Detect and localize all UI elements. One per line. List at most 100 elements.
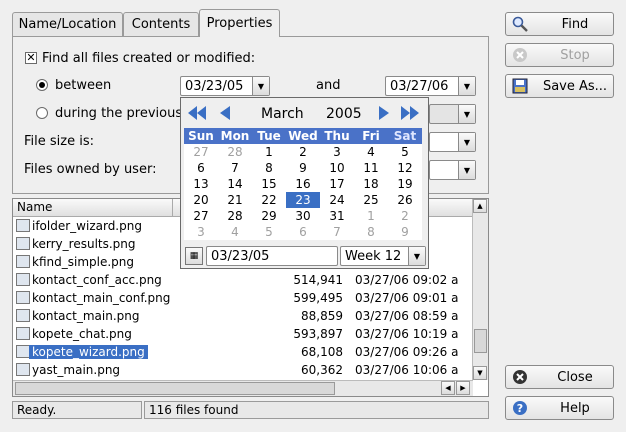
during-unit-combo[interactable]: ▼	[429, 104, 476, 124]
calendar-today-icon[interactable]: ▦	[185, 247, 203, 265]
tab-name-location[interactable]: Name/Location	[12, 12, 123, 36]
calendar-day[interactable]: 23	[286, 192, 320, 208]
scroll-thumb[interactable]	[474, 329, 487, 353]
calendar-week-combo[interactable]: Week 12 ▼	[340, 246, 426, 266]
and-label: and	[316, 78, 341, 93]
next-year-icon[interactable]	[399, 103, 421, 123]
calendar-day[interactable]: 7	[320, 224, 354, 240]
calendar-date-input[interactable]: 03/23/05	[206, 246, 338, 266]
calendar-day[interactable]: 6	[184, 160, 218, 176]
file-name: kopete_wizard.png	[29, 345, 148, 359]
file-size: 593,897	[293, 327, 343, 341]
calendar-day[interactable]: 16	[286, 176, 320, 192]
calendar-day[interactable]: 24	[320, 192, 354, 208]
calendar-day[interactable]: 8	[252, 160, 286, 176]
stop-button[interactable]: Stop	[505, 43, 614, 67]
calendar-day[interactable]: 4	[354, 144, 388, 160]
calendar-day[interactable]: 21	[218, 192, 252, 208]
column-header-name[interactable]: Name	[13, 199, 173, 217]
calendar-day[interactable]: 27	[184, 144, 218, 160]
calendar-day[interactable]: 27	[184, 208, 218, 224]
owner-combo[interactable]: ▼	[429, 160, 476, 180]
calendar-day[interactable]: 1	[252, 144, 286, 160]
hscroll-thumb[interactable]	[15, 382, 335, 395]
calendar-day[interactable]: 4	[218, 224, 252, 240]
calendar-day[interactable]: 11	[354, 160, 388, 176]
weekday-header: Fri	[354, 128, 388, 144]
image-file-icon	[16, 309, 30, 322]
calendar-grid[interactable]: Sun Mon Tue Wed Thu Fri Sat 27 28 1 2 3 4 5 6 7 8 9 10 11 1…	[184, 128, 422, 240]
calendar-day[interactable]: 10	[320, 160, 354, 176]
chevron-down-icon[interactable]: ▼	[408, 247, 425, 265]
calendar-day[interactable]: 15	[252, 176, 286, 192]
image-file-icon	[16, 363, 30, 376]
save-as-button[interactable]: Save As...	[505, 74, 614, 98]
calendar-day[interactable]: 25	[354, 192, 388, 208]
help-button[interactable]: ? Help	[505, 396, 614, 420]
table-row[interactable]: kontact_main_conf.png 599,495 03/27/06 09:…	[13, 289, 473, 307]
calendar-day[interactable]: 17	[320, 176, 354, 192]
created-modified-checkbox[interactable]: ✕	[25, 52, 37, 64]
next-month-icon[interactable]	[373, 103, 395, 123]
between-from-date-combo[interactable]: 03/23/05 ▼	[180, 76, 270, 96]
chevron-down-icon[interactable]: ▼	[252, 77, 269, 95]
calendar-day[interactable]: 2	[388, 208, 422, 224]
vertical-scrollbar[interactable]: ▲ ▼	[472, 199, 488, 380]
calendar-day[interactable]: 7	[218, 160, 252, 176]
file-size-label: File size is:	[24, 134, 94, 149]
table-row[interactable]: kontact_conf_acc.png 514,941 03/27/06 09:0…	[13, 271, 473, 289]
table-row[interactable]: yast_main.png 60,362 03/27/06 10:06 a	[13, 361, 473, 379]
image-file-icon	[16, 219, 30, 232]
chevron-down-icon[interactable]: ▼	[458, 77, 475, 95]
calendar-day[interactable]: 31	[320, 208, 354, 224]
weekday-header: Tue	[252, 128, 286, 144]
calendar-day[interactable]: 5	[252, 224, 286, 240]
calendar-day[interactable]: 19	[388, 176, 422, 192]
calendar-year[interactable]: 2005	[326, 106, 362, 122]
during-previous-radio[interactable]	[36, 107, 48, 119]
calendar-day[interactable]: 3	[320, 144, 354, 160]
calendar-day[interactable]: 6	[286, 224, 320, 240]
tab-properties[interactable]: Properties	[199, 9, 280, 37]
tab-contents[interactable]: Contents	[123, 12, 199, 36]
prev-year-icon[interactable]	[186, 103, 208, 123]
calendar-day[interactable]: 12	[388, 160, 422, 176]
magnifier-icon	[511, 15, 529, 33]
horizontal-scrollbar[interactable]: ◀ ▶	[13, 380, 473, 396]
chevron-down-icon[interactable]: ▼	[458, 161, 475, 179]
calendar-month[interactable]: March	[261, 106, 304, 122]
calendar-day[interactable]: 28	[218, 208, 252, 224]
file-size-combo[interactable]: ▼	[429, 132, 476, 152]
calendar-day[interactable]: 20	[184, 192, 218, 208]
chevron-down-icon[interactable]: ▼	[458, 105, 475, 123]
between-to-date-combo[interactable]: 03/27/06 ▼	[385, 76, 476, 96]
calendar-day[interactable]: 13	[184, 176, 218, 192]
calendar-day[interactable]: 1	[354, 208, 388, 224]
scroll-right-icon[interactable]: ▶	[456, 381, 470, 395]
calendar-day[interactable]: 28	[218, 144, 252, 160]
table-row[interactable]: kontact_main.png 88,859 03/27/06 08:59 a	[13, 307, 473, 325]
table-row[interactable]: kopete_wizard.png 68,108 03/27/06 09:26 a	[13, 343, 473, 361]
calendar-day[interactable]: 2	[286, 144, 320, 160]
close-button[interactable]: Close	[505, 365, 614, 389]
calendar-day[interactable]: 14	[218, 176, 252, 192]
calendar-day[interactable]: 22	[252, 192, 286, 208]
between-radio[interactable]	[36, 79, 48, 91]
prev-month-icon[interactable]	[214, 103, 236, 123]
chevron-down-icon[interactable]: ▼	[458, 133, 475, 151]
scroll-down-icon[interactable]: ▼	[473, 366, 487, 380]
help-label: Help	[560, 400, 590, 416]
find-button[interactable]: Find	[505, 12, 614, 36]
calendar-day[interactable]: 29	[252, 208, 286, 224]
calendar-day[interactable]: 18	[354, 176, 388, 192]
calendar-day[interactable]: 9	[388, 224, 422, 240]
calendar-day[interactable]: 3	[184, 224, 218, 240]
scroll-left-icon[interactable]: ◀	[441, 381, 455, 395]
calendar-day[interactable]: 5	[388, 144, 422, 160]
calendar-day[interactable]: 8	[354, 224, 388, 240]
calendar-day[interactable]: 9	[286, 160, 320, 176]
table-row[interactable]: kopete_chat.png 593,897 03/27/06 10:19 a	[13, 325, 473, 343]
calendar-day[interactable]: 26	[388, 192, 422, 208]
calendar-day[interactable]: 30	[286, 208, 320, 224]
scroll-up-icon[interactable]: ▲	[473, 199, 487, 213]
